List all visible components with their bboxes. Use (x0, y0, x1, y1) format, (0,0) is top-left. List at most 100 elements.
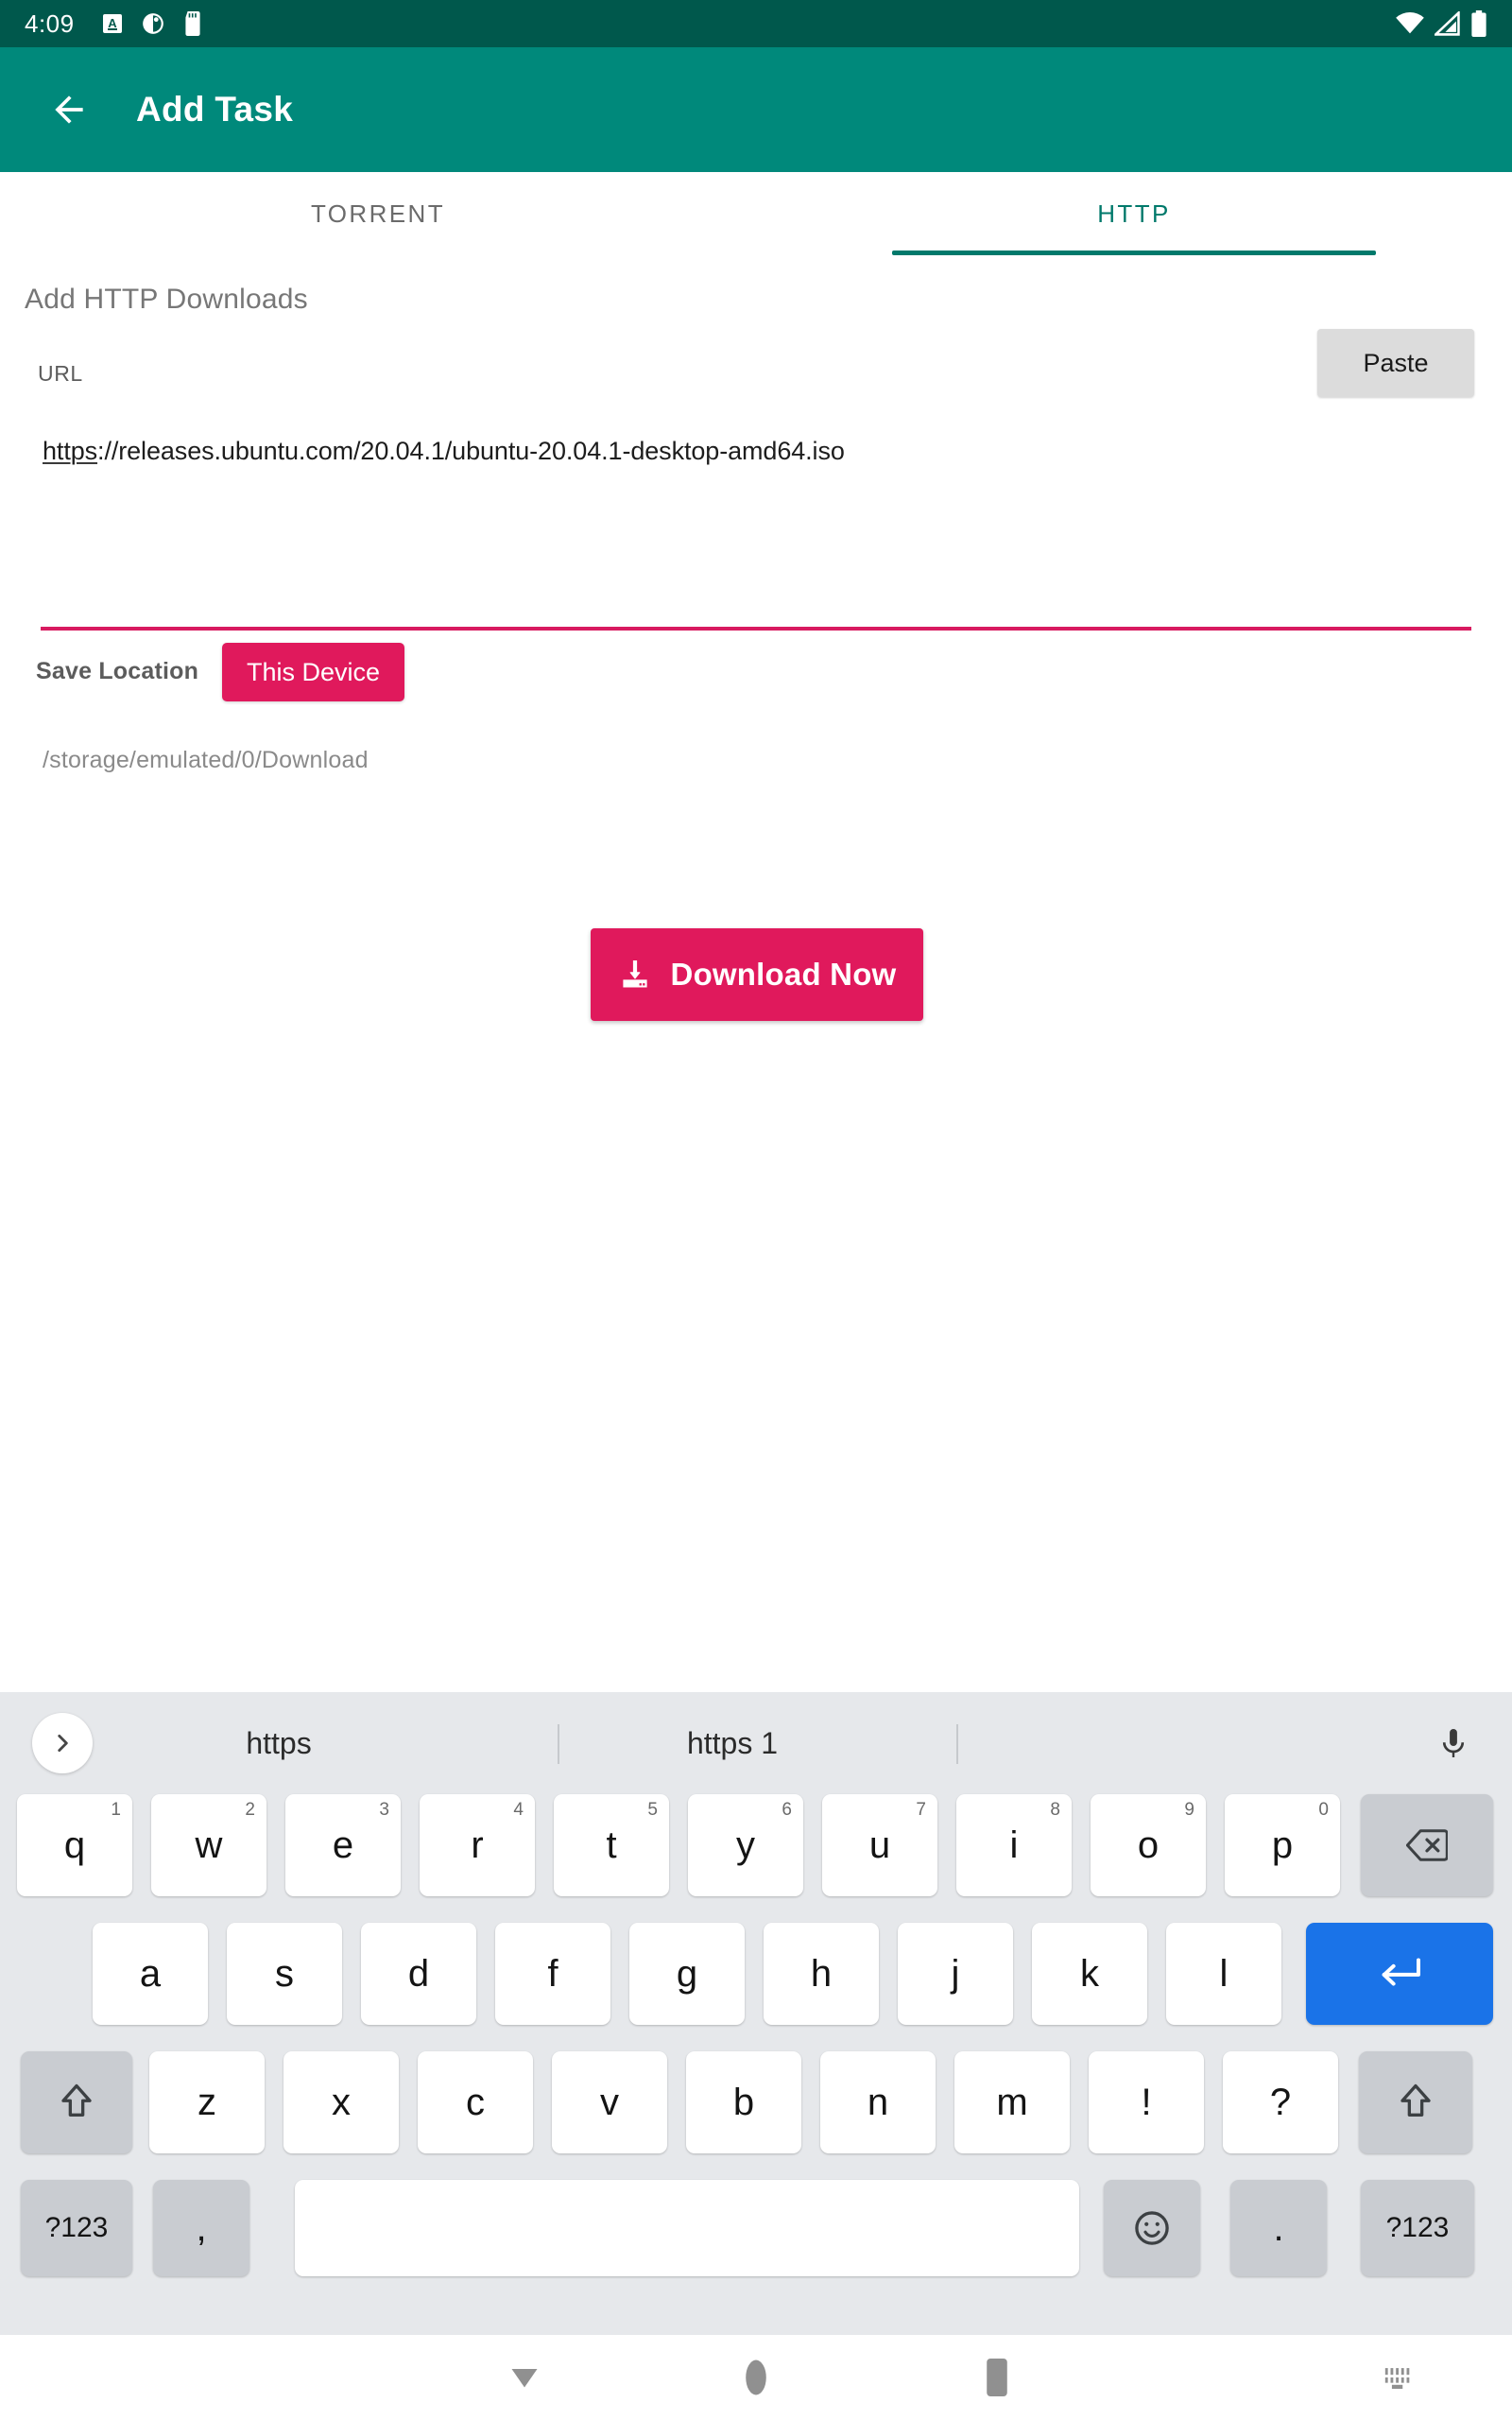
keyboard-row-1: q1w2e3r4t5y6u7i8o9p0 (0, 1794, 1512, 1896)
key-r[interactable]: r4 (420, 1794, 535, 1896)
symbols-key[interactable]: ?123 (1361, 2180, 1474, 2276)
download-to-tray-icon (618, 958, 652, 992)
url-input[interactable]: https://releases.ubuntu.com/20.04.1/ubun… (43, 437, 845, 466)
key-b[interactable]: b (686, 2051, 801, 2153)
comma-key[interactable]: , (153, 2180, 249, 2276)
status-clock: 4:09 (25, 9, 75, 38)
key-label: d (407, 1952, 430, 1995)
key-h[interactable]: h (764, 1923, 879, 2025)
emoji-key[interactable] (1104, 2180, 1200, 2276)
nav-home-button[interactable] (704, 2335, 808, 2420)
tab-http[interactable]: HTTP (756, 172, 1512, 255)
key-number-hint: 8 (1050, 1800, 1060, 1820)
key-label: n (867, 2081, 889, 2123)
key-label: b (732, 2081, 755, 2123)
save-location-row: Save Location This Device (0, 643, 1512, 728)
key-k[interactable]: k (1032, 1923, 1147, 2025)
key-label: k (1080, 1952, 1099, 1995)
enter-key[interactable] (1306, 1923, 1493, 2025)
key-number-hint: 3 (379, 1800, 389, 1820)
backspace-key[interactable] (1361, 1794, 1493, 1896)
key-u[interactable]: u7 (822, 1794, 937, 1896)
save-path-text: /storage/emulated/0/Download (43, 747, 369, 773)
save-location-button[interactable]: This Device (222, 643, 405, 701)
key-o[interactable]: o9 (1091, 1794, 1206, 1896)
shift-icon (58, 2083, 95, 2122)
key-a[interactable]: a (93, 1923, 208, 2025)
key-label: . (1273, 2206, 1284, 2249)
url-field-label: URL (38, 361, 83, 386)
key-t[interactable]: t5 (554, 1794, 669, 1896)
key-c[interactable]: c (418, 2051, 533, 2153)
key-m[interactable]: m (954, 2051, 1070, 2153)
tab-torrent-label: TORRENT (311, 199, 445, 228)
wifi-icon (1395, 11, 1425, 36)
key-e[interactable]: e3 (285, 1794, 401, 1896)
nav-keyboard-switcher-button[interactable] (1347, 2335, 1451, 2420)
key-label: v (600, 2081, 619, 2123)
key-label: m (996, 2081, 1028, 2123)
key-d[interactable]: d (361, 1923, 476, 2025)
status-bar: 4:09 A (0, 0, 1512, 47)
keyboard-row-3: z x c v b n m!? (0, 2051, 1512, 2153)
expand-suggestions-button[interactable] (32, 1713, 93, 1773)
back-button[interactable] (26, 67, 112, 152)
voice-input-button[interactable] (1427, 1717, 1480, 1770)
key-label: i (1009, 1824, 1019, 1866)
period-key[interactable]: . (1230, 2180, 1327, 2276)
key-label: l (1219, 1952, 1228, 1995)
key-label: g (676, 1952, 698, 1995)
key-q[interactable]: q1 (17, 1794, 132, 1896)
url-scheme-text: https (43, 437, 98, 465)
exclamation-key[interactable]: ! (1089, 2051, 1204, 2153)
key-j[interactable]: j (898, 1923, 1013, 2025)
key-label: u (868, 1824, 891, 1866)
key-x[interactable]: x (284, 2051, 399, 2153)
key-n[interactable]: n (820, 2051, 936, 2153)
key-w[interactable]: w2 (151, 1794, 266, 1896)
key-number-hint: 1 (111, 1800, 121, 1820)
suggestion-item-2[interactable]: https 1 (605, 1692, 860, 1794)
space-key[interactable] (295, 2180, 1079, 2276)
keyboard-row-2: a s d f g hj k l (0, 1923, 1512, 2025)
tab-bar: TORRENT HTTP (0, 172, 1512, 255)
shift-key[interactable] (21, 2051, 132, 2153)
key-p[interactable]: p0 (1225, 1794, 1340, 1896)
section-title: Add HTTP Downloads (25, 284, 308, 315)
key-label: w (195, 1824, 223, 1866)
key-v[interactable]: v (552, 2051, 667, 2153)
key-label: e (332, 1824, 354, 1866)
url-rest-text: ://releases.ubuntu.com/20.04.1/ubuntu-20… (97, 437, 845, 465)
key-s[interactable]: s (227, 1923, 342, 2025)
arrow-back-icon (48, 89, 90, 130)
symbols-key[interactable]: ?123 (21, 2180, 132, 2276)
key-g[interactable]: g (629, 1923, 745, 2025)
key-y[interactable]: y6 (688, 1794, 803, 1896)
app-screen: 4:09 A Add Task TORRENT HTTP Add HTTP Do… (0, 0, 1512, 2420)
key-i[interactable]: i8 (956, 1794, 1072, 1896)
suggestion-divider-2 (956, 1724, 958, 1764)
key-f[interactable]: f (495, 1923, 610, 2025)
sd-card-icon (182, 11, 203, 36)
nav-recents-button[interactable] (945, 2335, 1049, 2420)
paste-button[interactable]: Paste (1317, 329, 1474, 397)
key-label: t (606, 1824, 617, 1866)
key-label: a (139, 1952, 162, 1995)
key-number-hint: 5 (647, 1800, 658, 1820)
key-label: z (198, 2081, 216, 2123)
shift-key[interactable] (1359, 2051, 1472, 2153)
nav-back-down-button[interactable] (472, 2335, 576, 2420)
question-key[interactable]: ? (1223, 2051, 1338, 2153)
app-bar: Add Task (0, 47, 1512, 172)
tab-torrent[interactable]: TORRENT (0, 172, 756, 255)
microphone-icon (1436, 1726, 1470, 1760)
key-z[interactable]: z (149, 2051, 265, 2153)
key-label: ? (1269, 2081, 1292, 2123)
key-label: r (471, 1824, 484, 1866)
key-number-hint: 6 (782, 1800, 792, 1820)
download-now-button[interactable]: Download Now (591, 928, 923, 1021)
key-l[interactable]: l (1166, 1923, 1281, 2025)
back-down-icon (507, 2365, 541, 2390)
emoji-icon (1132, 2208, 1172, 2248)
suggestion-item-1[interactable]: https (151, 1692, 406, 1794)
